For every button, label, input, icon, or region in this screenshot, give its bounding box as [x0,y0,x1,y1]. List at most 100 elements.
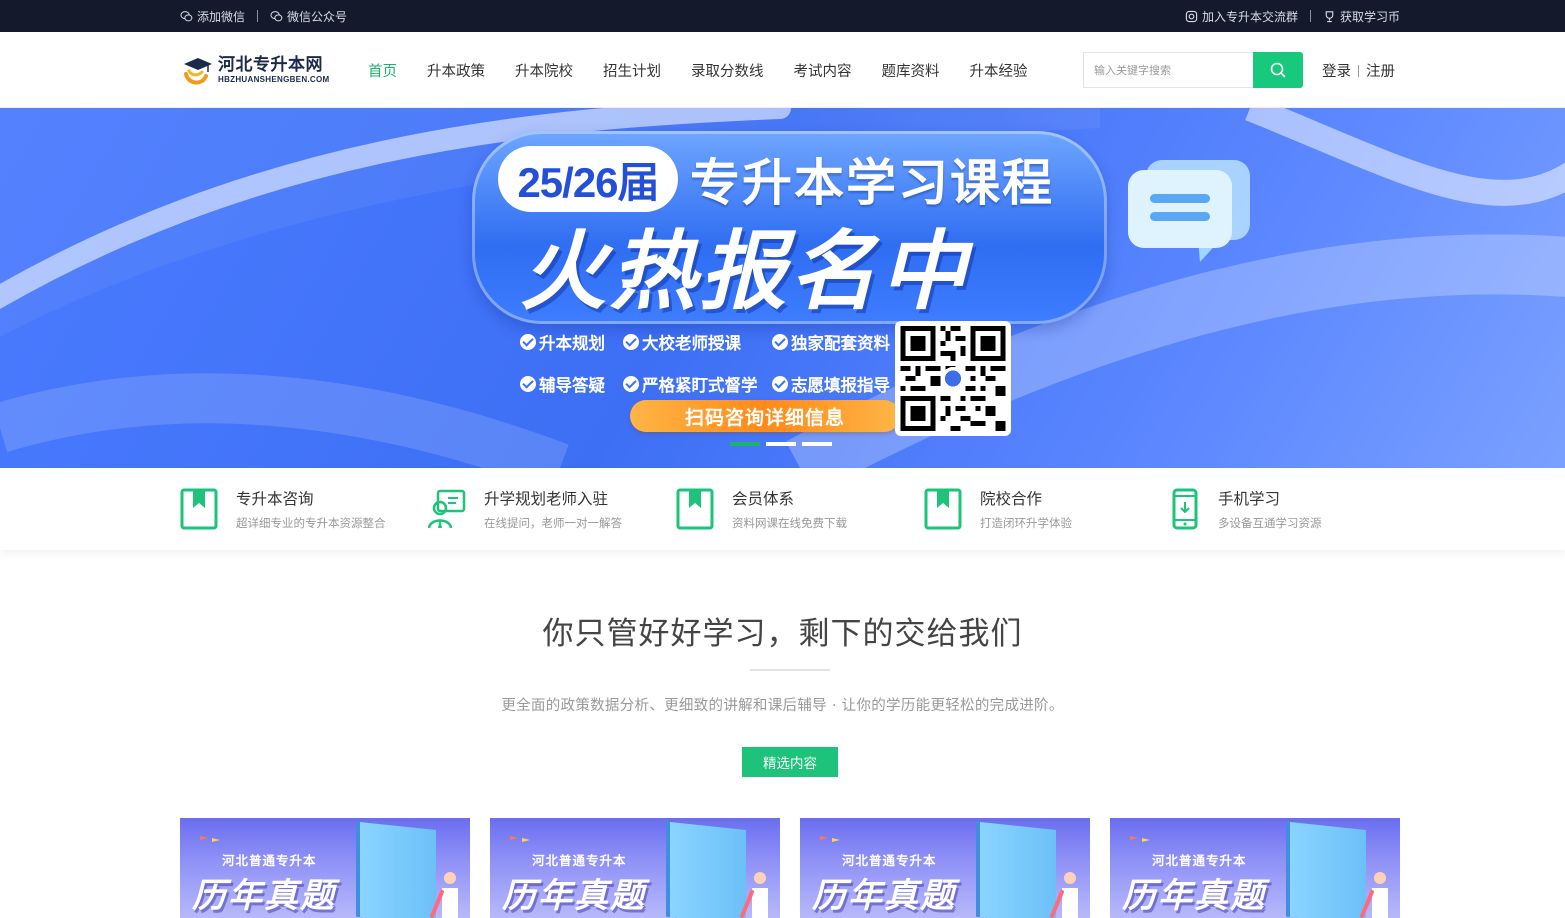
section-divider [750,669,830,671]
services-strip: 专升本咨询 超详细专业的专升本资源整合 升学规划老师入驻 在线提问，老师一对一解… [0,468,1565,550]
auth-divider [1358,64,1359,77]
section-subtitle: 更全面的政策数据分析、更细致的讲解和课后辅导 · 让你的学历能更轻松的完成进阶。 [501,698,1064,714]
register-link[interactable]: 注册 [1366,60,1395,81]
logo-text: 河北专升本网 HBZHUANSHENGBEN.COM [218,56,329,84]
content-card[interactable]: 河北普通专升本 历年真题 [800,818,1090,918]
feature-item: 大校老师授课 [623,330,741,354]
card-title: 历年真题 [192,876,336,916]
top-bar-right: 加入专升本交流群 获取学习币 [1185,0,1400,32]
feature-label: 辅导答疑 [539,376,605,395]
check-icon [520,376,536,392]
featured-content-button[interactable]: 精选内容 [742,747,838,777]
bookmark-icon [676,488,714,530]
service-text: 升学规划老师入驻 在线提问，老师一对一解答 [484,487,622,531]
nav-schools[interactable]: 升本院校 [515,60,573,81]
service-mobile-learning[interactable]: 手机学习 多设备互通学习资源 [1172,488,1322,530]
bookmark-icon [924,488,962,530]
logo-name: 河北专升本网 [218,55,323,74]
main-nav: 首页 升本政策 升本院校 招生计划 录取分数线 考试内容 题库资料 升本经验 [368,32,1058,108]
book-illustration [360,822,436,918]
join-group-link[interactable]: 加入专升本交流群 [1185,8,1298,25]
header: 河北专升本网 HBZHUANSHENGBEN.COM 首页 升本政策 升本院校 … [0,32,1565,108]
wechat-official-icon [270,10,283,21]
book-illustration [670,822,746,918]
nav-experience[interactable]: 升本经验 [970,60,1028,81]
add-wechat-link[interactable]: 添加微信 [180,8,245,25]
site-logo[interactable]: 河北专升本网 HBZHUANSHENGBEN.COM [180,50,340,90]
feature-item: 志愿填报指导 [772,372,890,396]
card-label: 河北普通专升本 [532,853,627,868]
top-bar-divider [1309,10,1311,22]
service-title: 会员体系 [732,490,795,508]
service-subtitle: 超详细专业的专升本资源整合 [236,516,386,530]
nav-policy[interactable]: 升本政策 [427,60,485,81]
service-title: 手机学习 [1218,490,1281,508]
graduation-cap-icon [184,58,212,85]
top-bar-left: 添加微信 微信公众号 [180,0,347,32]
service-subtitle: 资料网课在线免费下载 [732,516,847,530]
content-card[interactable]: 河北普通专升本 历年真题 [180,818,470,918]
service-text: 会员体系 资料网课在线免费下载 [732,487,847,531]
top-bar: 添加微信 微信公众号 加入专升本交流群 获取学习币 [0,0,1565,32]
page: 添加微信 微信公众号 加入专升本交流群 获取学习币 河北专升本网 HBZHUAN… [0,0,1565,918]
content-card[interactable]: 河北普通专升本 历年真题 [490,818,780,918]
service-school-partner[interactable]: 院校合作 打造闭环升学体验 [924,488,1072,530]
logo-domain: HBZHUANSHENGBEN.COM [218,75,330,84]
get-coins-link[interactable]: 获取学习币 [1323,8,1400,25]
card-title: 历年真题 [1122,876,1266,916]
check-icon [772,334,788,350]
person-illustration [740,872,768,918]
carousel-dot[interactable] [730,442,760,446]
mobile-icon [1172,488,1198,530]
nav-exam-content[interactable]: 考试内容 [794,60,852,81]
login-link[interactable]: 登录 [1322,60,1351,81]
card-label: 河北普通专升本 [842,853,937,868]
nav-admission-scores[interactable]: 录取分数线 [691,60,764,81]
top-bar-divider [257,10,259,22]
service-subtitle: 多设备互通学习资源 [1218,516,1322,530]
book-illustration [980,822,1056,918]
flag-icon [510,836,530,842]
nav-enrollment-plan[interactable]: 招生计划 [603,60,661,81]
feature-label: 志愿填报指导 [791,376,890,395]
service-planning-teacher[interactable]: 升学规划老师入驻 在线提问，老师一对一解答 [428,488,622,530]
feature-item: 严格紧盯式督学 [623,372,758,396]
person-illustration [1050,872,1078,918]
wechat-official-label: 微信公众号 [287,9,348,24]
join-group-label: 加入专升本交流群 [1201,9,1298,24]
qr-code-icon [900,326,1006,431]
hero-banner[interactable]: 25/26届 专升本学习课程 火热报名中 升本规划 大校老师授课 独家配套资料 … [0,108,1565,468]
card-label: 河北普通专升本 [222,853,317,868]
carousel-dot[interactable] [766,442,796,446]
check-icon [623,376,639,392]
service-subtitle: 打造闭环升学体验 [980,516,1072,530]
search-bar [1083,52,1303,88]
nav-home[interactable]: 首页 [368,60,397,81]
wechat-icon [180,10,193,21]
carousel-dot[interactable] [802,442,832,446]
auth-links: 登录 注册 [1322,60,1395,81]
nav-question-bank[interactable]: 题库资料 [882,60,940,81]
feature-label: 严格紧盯式督学 [642,376,758,395]
service-text: 专升本咨询 超详细专业的专升本资源整合 [236,487,386,531]
service-consulting[interactable]: 专升本咨询 超详细专业的专升本资源整合 [180,488,386,530]
carousel-dots [730,442,832,446]
wechat-official-link[interactable]: 微信公众号 [270,8,347,25]
qr-code [895,321,1011,436]
service-title: 专升本咨询 [236,490,314,508]
content-card[interactable]: 河北普通专升本 历年真题 [1110,818,1400,918]
banner-cta[interactable]: 扫码咨询详细信息 [630,400,900,432]
search-input[interactable] [1083,52,1253,88]
feature-label: 升本规划 [539,334,605,353]
section-title: 你只管好好学习，剩下的交给我们 [542,616,1023,652]
service-subtitle: 在线提问，老师一对一解答 [484,516,622,530]
service-membership[interactable]: 会员体系 资料网课在线免费下载 [676,488,847,530]
feature-item: 独家配套资料 [772,330,890,354]
search-button[interactable] [1253,52,1303,88]
service-text: 院校合作 打造闭环升学体验 [980,487,1072,531]
check-icon [623,334,639,350]
feature-item: 升本规划 [520,330,605,354]
trophy-icon [1325,10,1334,22]
bookmark-icon [180,488,218,530]
card-label: 河北普通专升本 [1152,853,1247,868]
